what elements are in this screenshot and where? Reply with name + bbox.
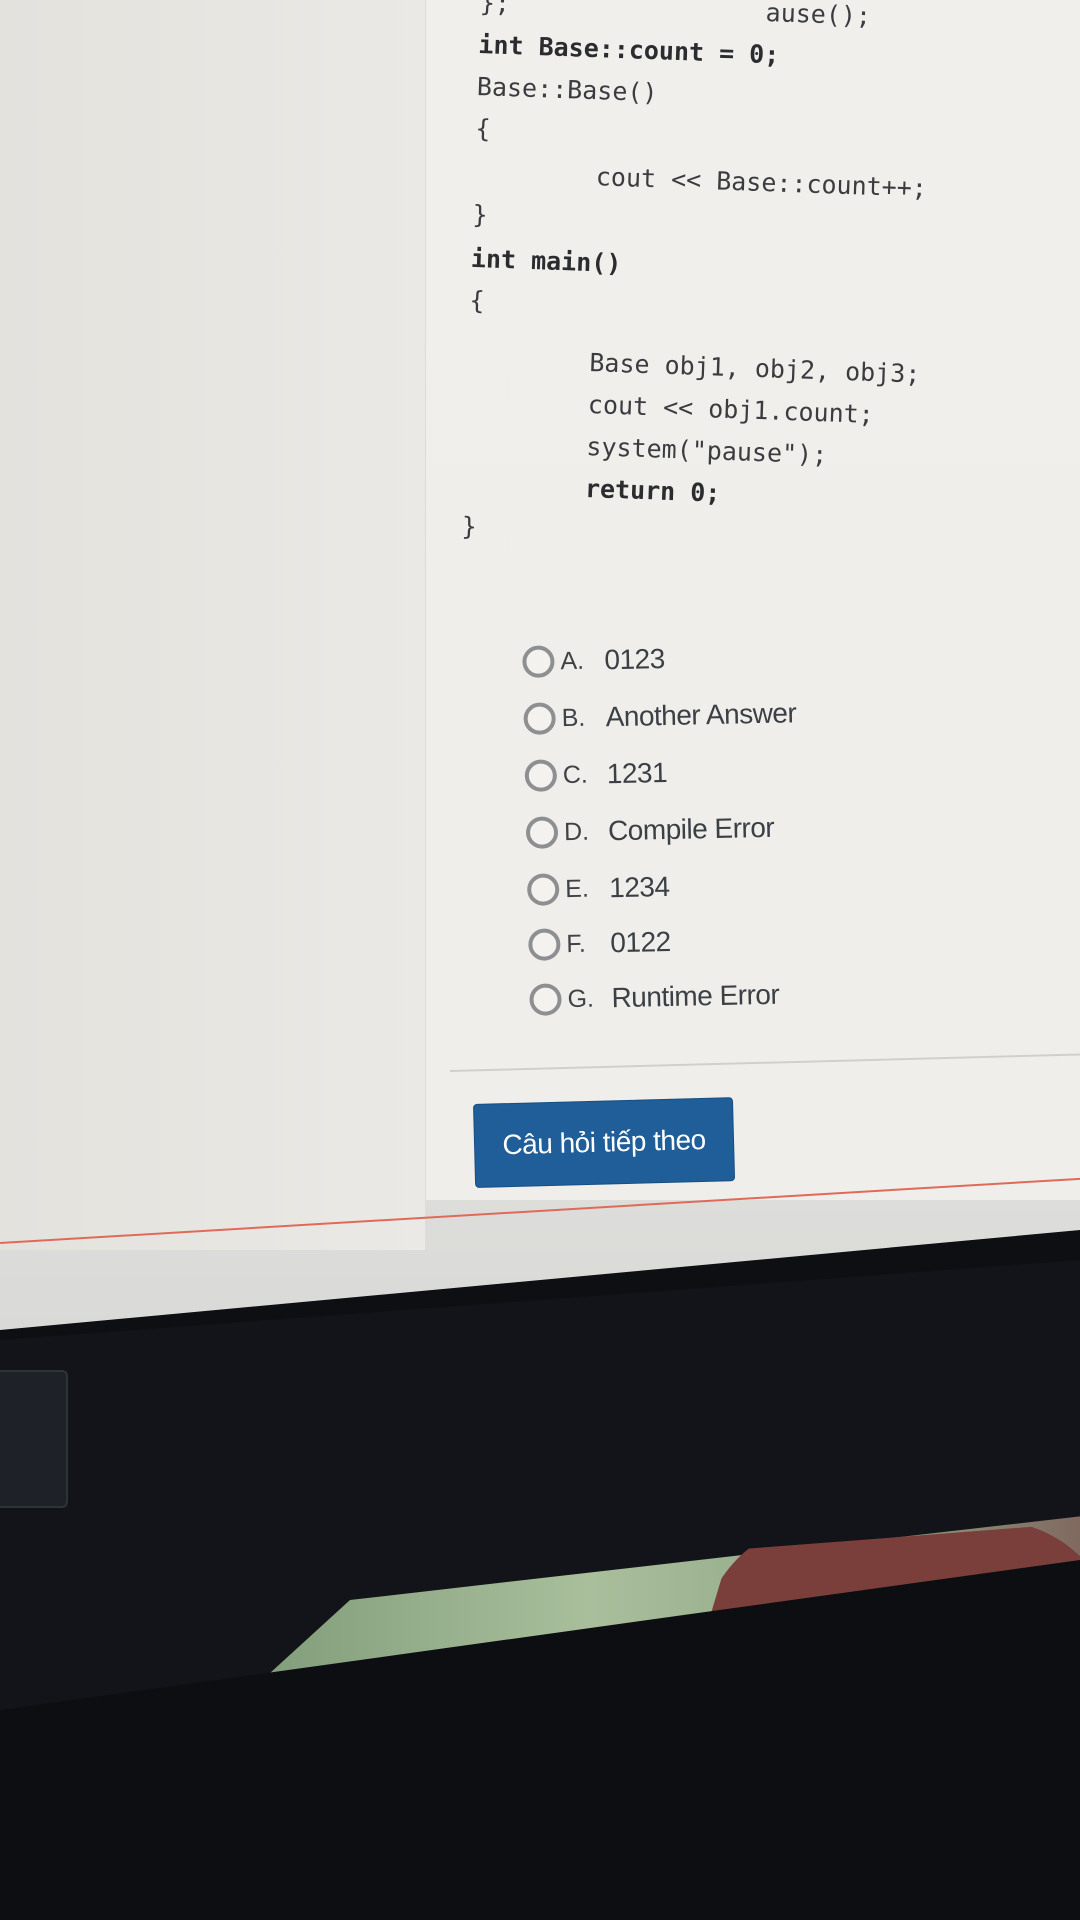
- monitor-screen: }; ause(); int Base::count = 0; Base::Ba…: [0, 0, 1080, 1330]
- option-d[interactable]: D. Compile Error: [525, 806, 775, 855]
- option-g[interactable]: G. Runtime Error: [529, 973, 780, 1022]
- option-c[interactable]: C. 1231: [524, 751, 667, 798]
- monitor-sticker-icon: [0, 1370, 68, 1508]
- radio-icon[interactable]: [522, 645, 555, 678]
- option-text: 1234: [608, 870, 670, 904]
- option-text: 1231: [606, 756, 668, 790]
- option-f[interactable]: F. 0122: [528, 920, 671, 967]
- radio-icon[interactable]: [523, 702, 556, 735]
- code-line-12: }: [461, 511, 478, 542]
- option-text: 0123: [604, 643, 666, 676]
- code-line-5: }: [472, 199, 489, 230]
- code-line-7: {: [469, 285, 486, 316]
- left-margin: [0, 0, 425, 1250]
- radio-icon[interactable]: [526, 873, 560, 906]
- code-line-3: {: [475, 113, 492, 144]
- option-letter: B.: [561, 703, 586, 732]
- radio-icon[interactable]: [528, 928, 561, 961]
- next-question-button[interactable]: Câu hỏi tiếp theo: [473, 1097, 736, 1188]
- option-text: 0122: [610, 925, 671, 959]
- option-b[interactable]: B. Another Answer: [523, 691, 797, 741]
- radio-icon[interactable]: [524, 759, 558, 792]
- radio-icon[interactable]: [525, 816, 559, 849]
- code-line-11: return 0;: [584, 473, 721, 508]
- option-text: Another Answer: [605, 697, 797, 733]
- option-a[interactable]: A. 0123: [522, 637, 665, 684]
- option-text: Compile Error: [607, 811, 775, 847]
- option-letter: G.: [567, 984, 595, 1013]
- option-e[interactable]: E. 1234: [526, 865, 670, 912]
- option-letter: C.: [562, 760, 589, 789]
- option-letter: D.: [563, 817, 590, 846]
- radio-icon[interactable]: [529, 983, 562, 1016]
- option-letter: F.: [566, 929, 587, 958]
- code-line-6: int main(): [470, 243, 622, 279]
- option-letter: A.: [560, 646, 585, 675]
- option-letter: E.: [564, 874, 590, 903]
- option-text: Runtime Error: [611, 978, 780, 1014]
